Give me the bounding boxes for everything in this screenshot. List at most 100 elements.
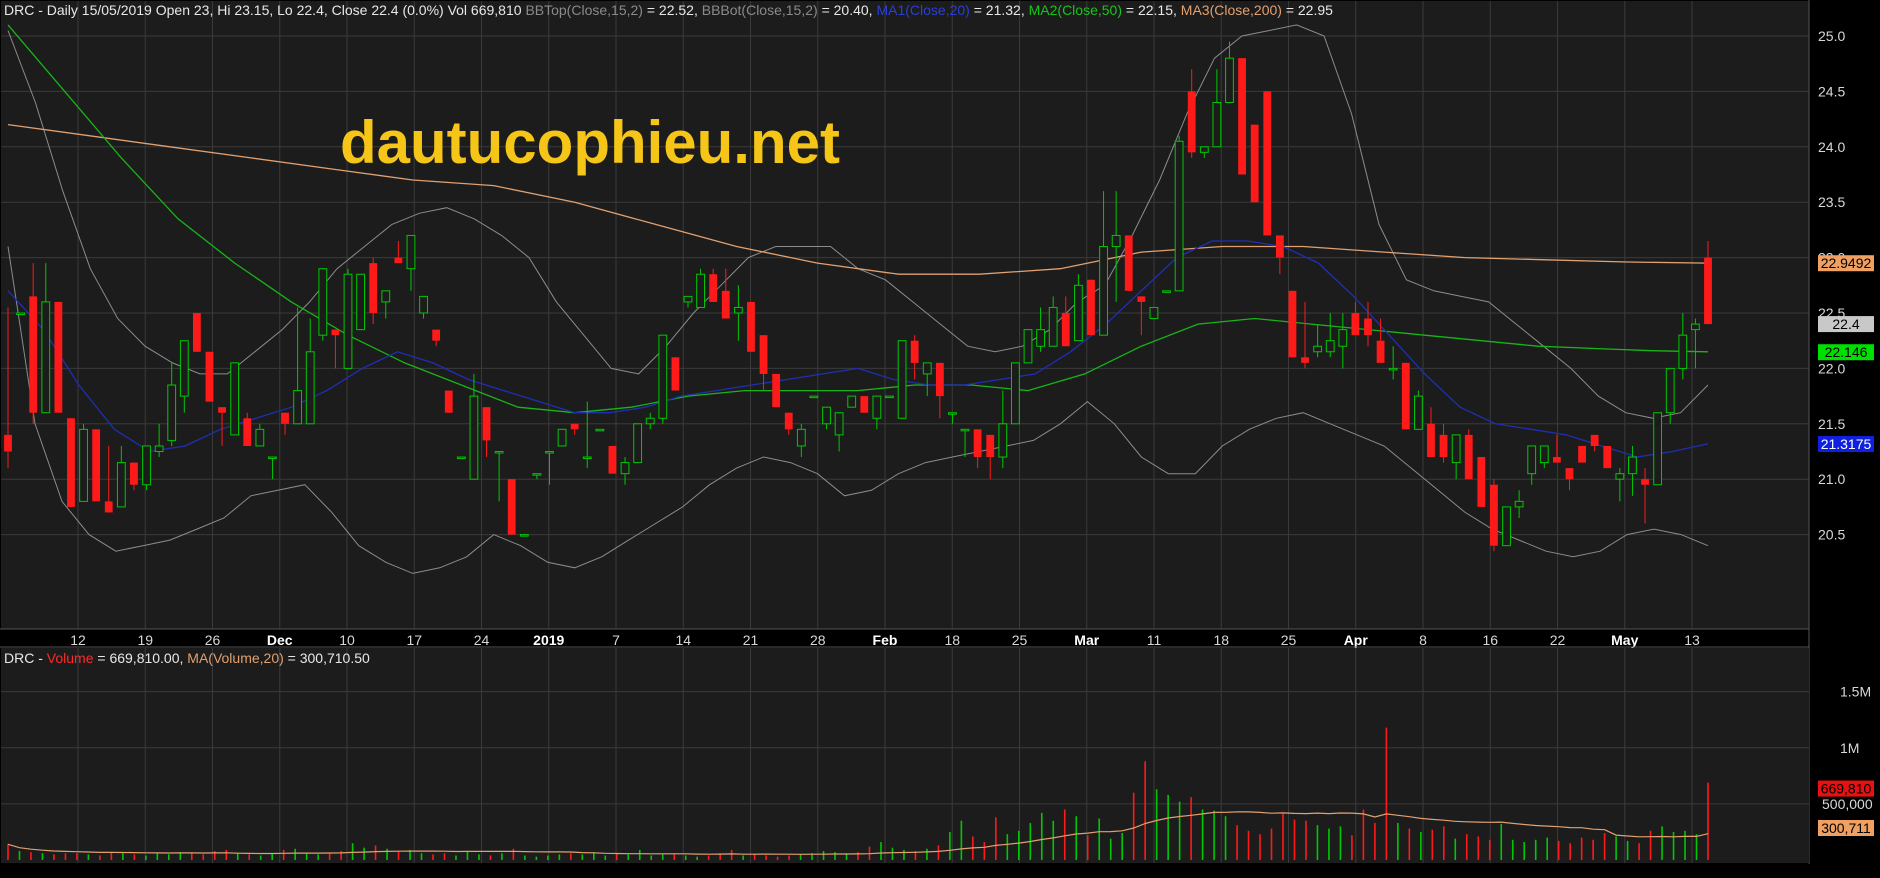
candle-body-down [671, 357, 680, 391]
x-tick-label: 21 [743, 632, 759, 648]
price-tick-label: 24.0 [1818, 139, 1845, 155]
candle-body-up [79, 428, 88, 502]
candle-body-down [1124, 235, 1133, 291]
candle-body-up [1212, 101, 1222, 148]
candle-body-up [683, 295, 693, 303]
price-tick-label: 21.5 [1818, 416, 1845, 432]
ma2-label: MA2(Close,50) [1029, 2, 1122, 18]
candle-body-up [1413, 395, 1423, 430]
candle-body-up [41, 301, 51, 414]
candle-body-up [696, 273, 705, 308]
x-tick-label: 16 [1482, 632, 1498, 648]
x-tick-label: 8 [1419, 632, 1427, 648]
candle-body-down [1364, 318, 1372, 336]
candle-body-down [1250, 124, 1259, 203]
candle-body-down [67, 418, 75, 507]
candle-body-up [809, 395, 819, 399]
candle-body-up [1325, 340, 1335, 353]
candle-body-down [1603, 445, 1612, 469]
candle-body-down [104, 501, 113, 513]
candle-body-up [1011, 362, 1020, 425]
candle-body-up [658, 334, 668, 419]
candle-body-down [784, 412, 793, 430]
candle-body-down [331, 329, 340, 336]
candle-body-up [230, 362, 240, 436]
candle-body-down [1704, 257, 1712, 325]
candle-body-up [645, 417, 655, 425]
x-tick-label: 26 [205, 632, 221, 648]
candle-body-up [545, 451, 554, 454]
x-tick-label: 12 [70, 632, 86, 648]
candle-body-down [1288, 290, 1297, 358]
candle-body-down [910, 340, 919, 363]
candle-body-up [1048, 306, 1058, 347]
price-tag-text: 22.9492 [1821, 255, 1872, 271]
candle-body-up [1036, 329, 1045, 347]
candle-body-down [1464, 434, 1473, 480]
candle-body-up [1111, 234, 1121, 248]
price-tag-text: 21.3175 [1821, 436, 1872, 452]
candle-body-down [1439, 434, 1448, 458]
candle-body-up [1023, 329, 1033, 364]
candle-body-up [620, 462, 630, 475]
candle-body-up [343, 273, 353, 369]
candle-body-down [986, 434, 995, 458]
bbbot-value: = 20.40, [822, 2, 877, 18]
candle-body-down [973, 429, 982, 458]
candle-body-up [532, 473, 542, 476]
candle-body-down [1087, 279, 1095, 336]
candle-body-up [1162, 290, 1171, 293]
volume-header: DRC - Volume = 669,810.00, MA(Volume,20)… [4, 650, 370, 666]
candle-body-down [130, 462, 138, 485]
candle-body-down [1552, 457, 1561, 463]
candle-body-down [29, 296, 38, 413]
candle-body-up [268, 456, 277, 460]
candle-body-down [1137, 296, 1146, 302]
candle-body-down [1565, 468, 1574, 480]
x-tick-label: 18 [1213, 632, 1229, 648]
x-tick-label: 13 [1684, 632, 1700, 648]
candle-body-down [1238, 58, 1246, 175]
bbtop-label: BBTop(Close,15,2) [525, 2, 643, 18]
mavol-value: = 300,710.50 [288, 650, 370, 666]
chart-root: dautucophieu.net DRC - Daily 15/05/2019 … [0, 0, 1880, 878]
candle-body-up [494, 451, 504, 454]
candle-body-down [1263, 91, 1272, 236]
candle-body-down [243, 418, 252, 446]
candle-body-down [608, 445, 617, 474]
price-tag-text: 22.146 [1825, 344, 1868, 360]
candle-body-down [1578, 445, 1586, 463]
candle-body-up [834, 412, 844, 436]
x-tick-label: 22 [1550, 632, 1566, 648]
volume-tick-label: 1.5M [1840, 684, 1871, 700]
candle-body-down [1301, 357, 1309, 363]
candle-body-down [1351, 313, 1360, 336]
candle-body-up [922, 362, 932, 375]
x-tick-label: May [1611, 632, 1638, 648]
x-tick-label: 19 [137, 632, 153, 648]
ma3-label: MA3(Close,200) [1181, 2, 1282, 18]
candle-body-up [356, 273, 365, 331]
candle-body-up [381, 290, 391, 303]
candle-body-down [1477, 457, 1486, 507]
volume-last-tag-text: 669,810 [1821, 781, 1872, 797]
volume-panel[interactable] [1, 648, 1809, 863]
candle-body-up [255, 428, 265, 447]
candle-body-up [1653, 412, 1663, 486]
x-tick-label: 28 [810, 632, 826, 648]
ma2-value: = 22.15, [1126, 2, 1181, 18]
candle-body-up [1199, 146, 1209, 153]
candle-body-up [519, 534, 529, 537]
candle-body-down [4, 434, 12, 452]
ma3-value: = 22.95 [1286, 2, 1333, 18]
candle-body-up [1691, 323, 1700, 331]
price-header: DRC - Daily 15/05/2019 Open 23, Hi 23.15… [4, 2, 1333, 18]
candle-body-down [1187, 91, 1196, 153]
candle-body-down [281, 412, 289, 424]
x-tick-label: 14 [675, 632, 691, 648]
candle-body-up [1628, 456, 1637, 475]
candle-body-down [935, 362, 944, 397]
price-tick-label: 22.0 [1818, 360, 1845, 376]
candle-body-down [1641, 479, 1649, 485]
price-tick-label: 25.0 [1818, 28, 1845, 44]
